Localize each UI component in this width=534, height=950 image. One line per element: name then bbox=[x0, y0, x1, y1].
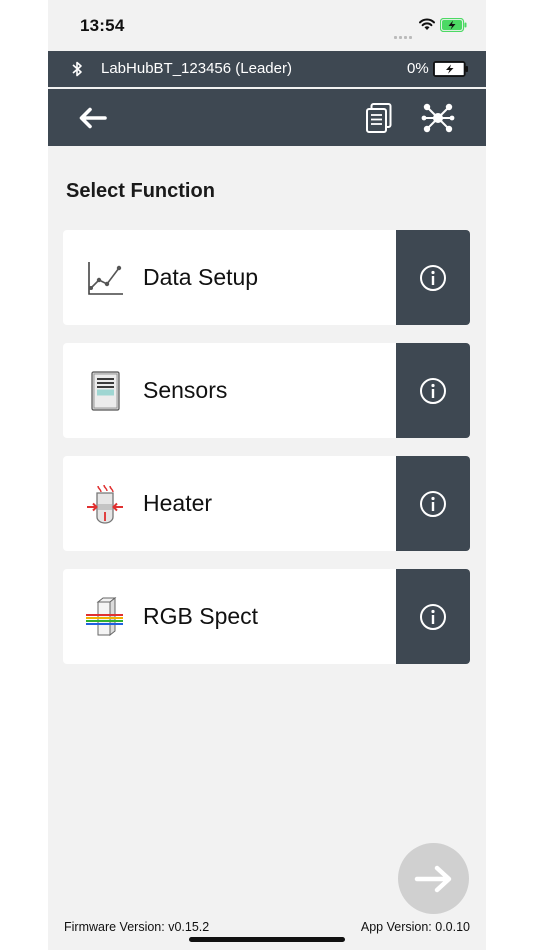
arrow-right-icon bbox=[414, 865, 451, 892]
wifi-icon bbox=[419, 18, 435, 30]
info-button[interactable] bbox=[396, 343, 470, 438]
info-button[interactable] bbox=[396, 456, 470, 551]
arrow-left-icon bbox=[79, 107, 107, 129]
line-chart-icon bbox=[88, 262, 123, 295]
function-label: Data Setup bbox=[143, 264, 259, 290]
heater-icon bbox=[87, 484, 123, 524]
copy-button[interactable] bbox=[364, 101, 394, 135]
toolbar bbox=[48, 89, 486, 146]
info-icon bbox=[420, 603, 446, 630]
network-hub-icon bbox=[421, 103, 455, 133]
function-card-rgb-spect[interactable]: RGB Spect bbox=[63, 569, 470, 664]
function-label: Heater bbox=[143, 490, 213, 516]
copy-documents-icon bbox=[366, 103, 392, 133]
bluetooth-icon bbox=[72, 61, 82, 77]
page-title: Select Function bbox=[66, 180, 215, 202]
app-version: App Version: 0.0.10 bbox=[360, 920, 470, 934]
battery-charging-icon bbox=[440, 18, 467, 32]
device-battery-icon bbox=[433, 61, 468, 77]
info-icon bbox=[420, 377, 446, 404]
home-indicator[interactable] bbox=[189, 937, 345, 942]
function-card-sensors[interactable]: Sensors bbox=[63, 343, 470, 438]
function-select-button[interactable]: Heater bbox=[63, 456, 396, 551]
info-button[interactable] bbox=[396, 569, 470, 664]
function-card-data-setup[interactable]: Data Setup bbox=[63, 230, 470, 325]
next-button[interactable] bbox=[398, 843, 469, 914]
info-icon bbox=[420, 490, 446, 517]
device-name: LabHubBT_123456 (Leader) bbox=[101, 60, 292, 77]
rgb-spectrometer-icon bbox=[86, 597, 123, 637]
device-battery-percent: 0% bbox=[407, 60, 429, 77]
network-button[interactable] bbox=[420, 100, 456, 136]
firmware-version: Firmware Version: v0.15.2 bbox=[64, 920, 210, 934]
status-bar: 13:54 bbox=[48, 0, 486, 51]
function-label: RGB Spect bbox=[143, 603, 259, 629]
function-label: Sensors bbox=[143, 377, 228, 403]
app-screen: 13:54 LabHubBT_123456 (Leader) 0% Select… bbox=[48, 0, 486, 950]
info-button[interactable] bbox=[396, 230, 470, 325]
connection-bar[interactable]: LabHubBT_123456 (Leader) 0% bbox=[48, 51, 486, 87]
back-button[interactable] bbox=[76, 103, 110, 133]
function-list: Data Setup Sensors Heater RGB Spect bbox=[63, 230, 471, 682]
function-select-button[interactable]: RGB Spect bbox=[63, 569, 396, 664]
function-select-button[interactable]: Data Setup bbox=[63, 230, 396, 325]
info-icon bbox=[420, 264, 446, 291]
cellular-signal-icon bbox=[394, 26, 414, 39]
status-time: 13:54 bbox=[80, 16, 125, 35]
page: 13:54 LabHubBT_123456 (Leader) 0% Select… bbox=[0, 0, 534, 950]
function-card-heater[interactable]: Heater bbox=[63, 456, 470, 551]
sensor-module-icon bbox=[91, 371, 120, 411]
function-select-button[interactable]: Sensors bbox=[63, 343, 396, 438]
